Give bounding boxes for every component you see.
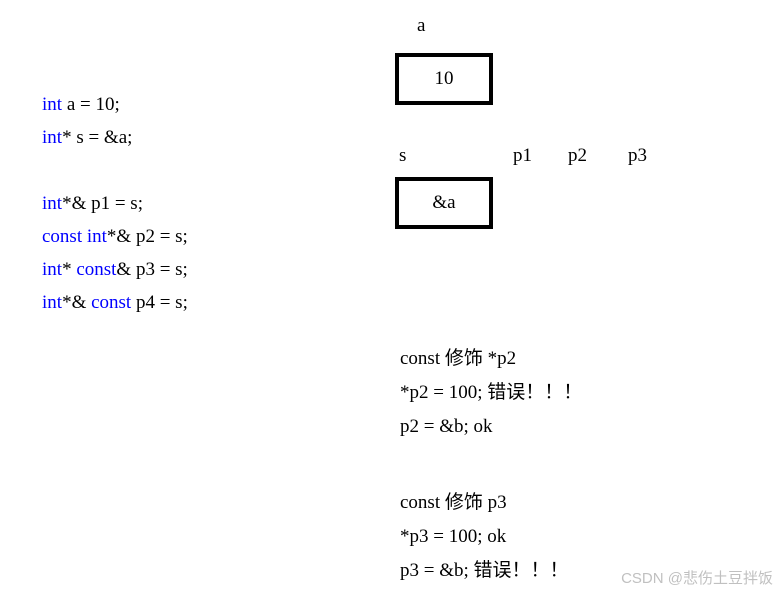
code-text: p4 = s; <box>131 292 188 313</box>
note-line: *p3 = 100; ok <box>400 526 506 547</box>
keyword: const int <box>42 226 107 247</box>
keyword: int <box>42 127 62 148</box>
code-text: & p3 = s; <box>116 259 187 280</box>
note-line: *p2 = 100; 错误！！！ <box>400 382 582 403</box>
watermark: CSDN @悲伤土豆拌饭 <box>621 567 773 588</box>
keyword: const <box>91 292 131 313</box>
note-line: const 修饰 *p2 <box>400 348 516 369</box>
note-line: const 修饰 p3 <box>400 492 507 513</box>
keyword: int <box>42 193 62 214</box>
keyword: const <box>76 259 116 280</box>
box-a-value: 10 <box>435 68 454 89</box>
label-a: a <box>417 15 425 37</box>
notes-p3: const 修饰 p3 *p3 = 100; ok p3 = &b; 错误！！！ <box>400 452 569 588</box>
box-s-value: &a <box>432 192 455 213</box>
note-line: p3 = &b; 错误！！！ <box>400 560 569 581</box>
code-text: *& p1 = s; <box>62 193 143 214</box>
code-block: int a = 10; int* s = &a; int*& p1 = s; c… <box>42 55 188 319</box>
code-text: * s = &a; <box>62 127 132 148</box>
notes-p2: const 修饰 *p2 *p2 = 100; 错误！！！ p2 = &b; o… <box>400 308 582 444</box>
code-text: *& p2 = s; <box>107 226 188 247</box>
label-p3: p3 <box>628 145 647 167</box>
note-line: p2 = &b; <box>400 416 474 437</box>
label-s: s <box>399 145 406 167</box>
keyword: int <box>42 259 62 280</box>
label-p2: p2 <box>568 145 587 167</box>
box-s: &a <box>395 177 493 229</box>
code-text: a = 10; <box>62 94 120 115</box>
keyword: int <box>42 94 62 115</box>
code-text: * <box>62 259 76 280</box>
note-ok: ok <box>474 416 493 437</box>
box-a: 10 <box>395 53 493 105</box>
label-p1: p1 <box>513 145 532 167</box>
code-text: *& <box>62 292 91 313</box>
keyword: int <box>42 292 62 313</box>
